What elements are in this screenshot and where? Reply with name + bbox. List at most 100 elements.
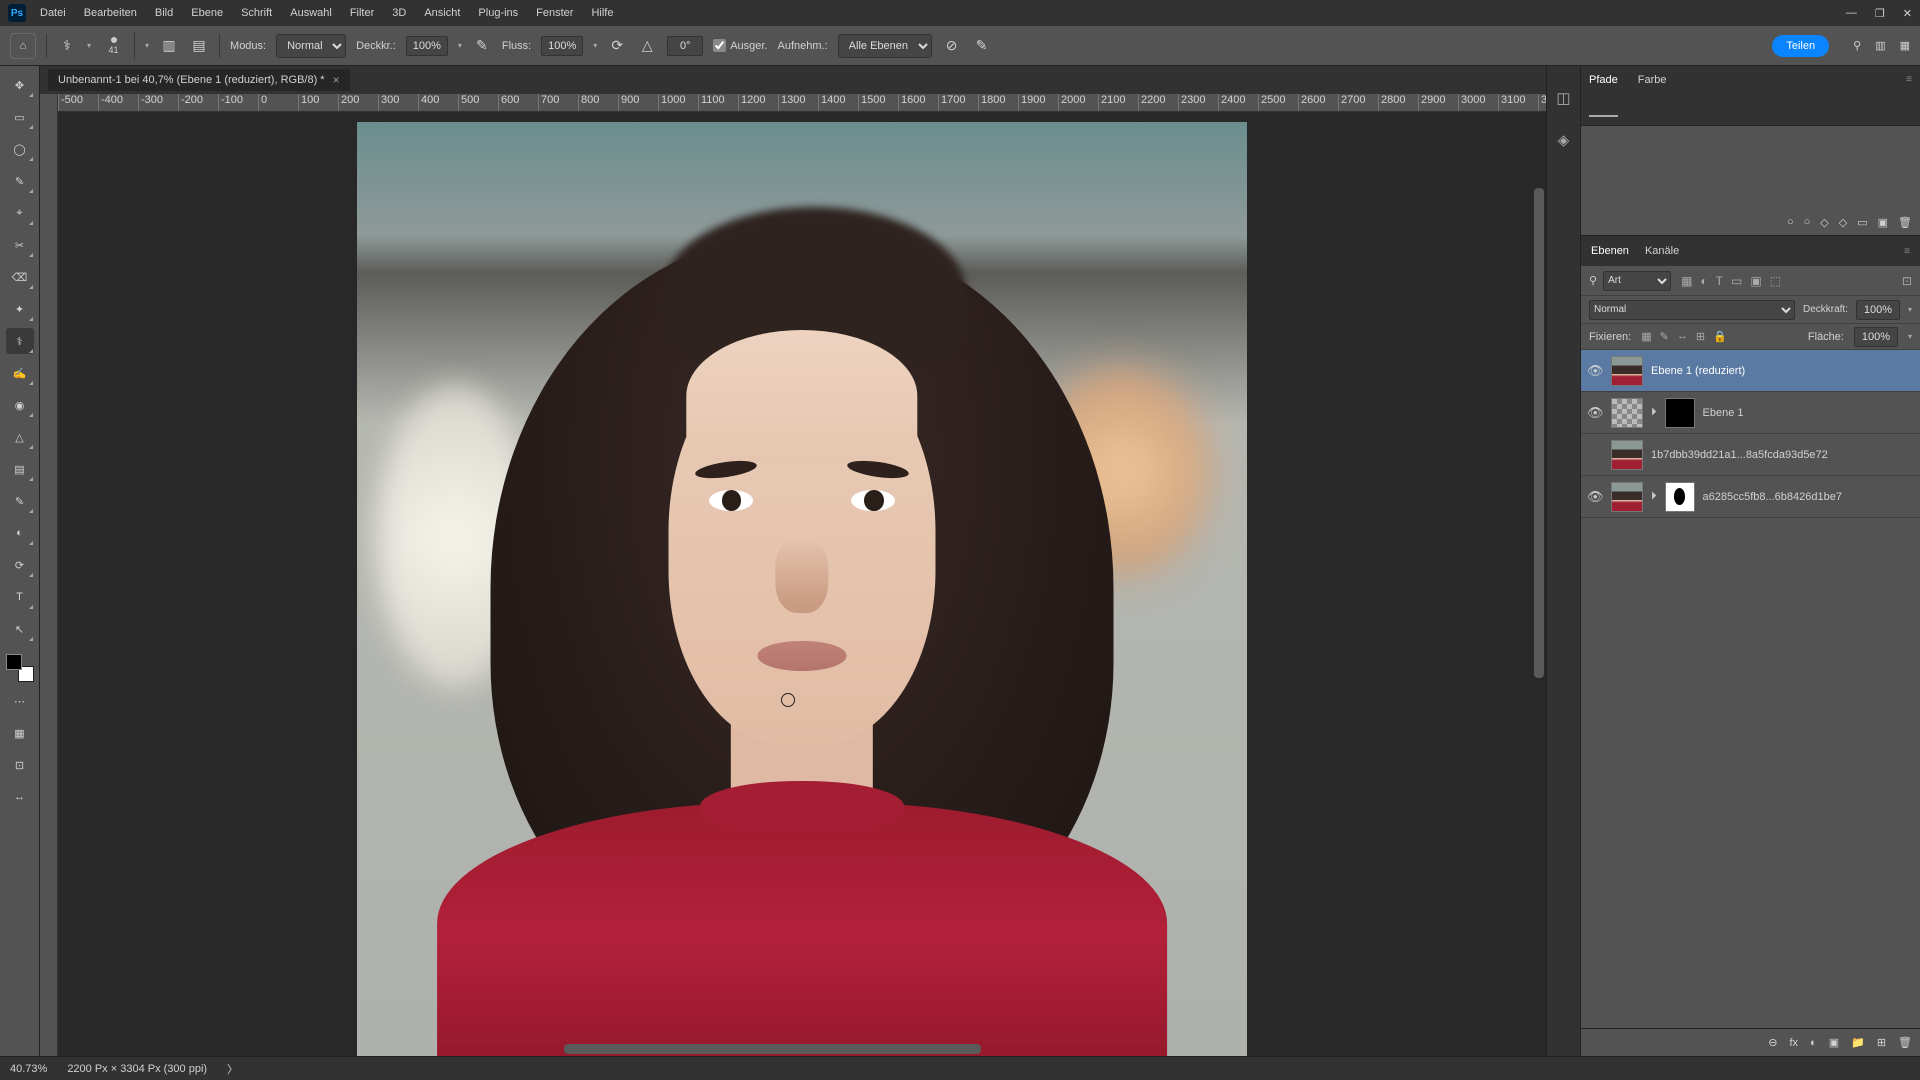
visibility-icon[interactable]: 👁 — [1587, 489, 1603, 505]
arrange-icon[interactable]: ▦ — [1900, 39, 1910, 52]
brush-panel-icon[interactable]: ▥ — [159, 36, 179, 56]
tool-10[interactable]: ◉ — [6, 392, 34, 418]
pressure-opacity-icon[interactable]: ✎ — [472, 36, 492, 56]
tab-layers[interactable]: Ebenen — [1591, 245, 1629, 257]
layer-row[interactable]: 👁 Ebene 1 (reduziert) — [1581, 350, 1920, 392]
tab-color[interactable]: Farbe — [1638, 74, 1667, 117]
aligned-checkbox[interactable]: Ausger. — [713, 39, 767, 52]
canvas[interactable] — [58, 112, 1546, 1056]
visibility-icon[interactable]: 👁 — [1587, 405, 1603, 421]
tool-8[interactable]: ⚕ — [6, 328, 34, 354]
maximize-button[interactable]: ❐ — [1875, 7, 1885, 20]
menu-ansicht[interactable]: Ansicht — [424, 7, 460, 19]
paths-action-0[interactable]: ○ — [1787, 216, 1794, 229]
paths-action-4[interactable]: ▭ — [1857, 216, 1867, 229]
filter-toggle-icon[interactable]: ⊡ — [1902, 274, 1912, 288]
filter-icon-3[interactable]: ▭ — [1731, 274, 1742, 288]
paths-action-6[interactable]: 🗑 — [1898, 216, 1912, 229]
menu-plug-ins[interactable]: Plug-ins — [478, 7, 518, 19]
mask-thumb[interactable] — [1665, 398, 1695, 428]
layer-thumb[interactable] — [1611, 398, 1643, 428]
tool-1[interactable]: ▭ — [6, 104, 34, 130]
link-icon[interactable]: ⏵ — [1651, 490, 1657, 503]
extra-tool-0[interactable]: ⋯ — [6, 688, 34, 714]
filter-icon-2[interactable]: T — [1716, 274, 1723, 288]
layer-action-0[interactable]: ⊖ — [1768, 1036, 1777, 1049]
tool-15[interactable]: ⟳ — [6, 552, 34, 578]
zoom-value[interactable]: 40.73% — [10, 1063, 47, 1075]
layer-filter-select[interactable]: Art — [1603, 271, 1671, 291]
lock-icon-2[interactable]: ↔ — [1677, 330, 1688, 343]
layer-blend-select[interactable]: Normal — [1589, 300, 1795, 320]
lock-icon-3[interactable]: ⊞ — [1696, 330, 1705, 343]
tool-9[interactable]: ✍ — [6, 360, 34, 386]
layer-name[interactable]: Ebene 1 (reduziert) — [1651, 365, 1745, 377]
color-swatch[interactable] — [6, 654, 34, 682]
tool-4[interactable]: ⌖ — [6, 200, 34, 226]
fill-input[interactable] — [1854, 327, 1898, 347]
extra-tool-1[interactable]: ▦ — [6, 720, 34, 746]
h-scrollbar[interactable] — [564, 1044, 981, 1054]
close-tab-icon[interactable]: × — [333, 73, 340, 87]
filter-icon-4[interactable]: ▣ — [1750, 274, 1761, 288]
layer-name[interactable]: a6285cc5fb8...6b8426d1be7 — [1703, 491, 1842, 503]
document-tab[interactable]: Unbenannt-1 bei 40,7% (Ebene 1 (reduzier… — [48, 69, 350, 91]
menu-3d[interactable]: 3D — [392, 7, 406, 19]
layer-row[interactable]: 👁 ⏵ a6285cc5fb8...6b8426d1be7 — [1581, 476, 1920, 518]
brush-preview[interactable]: 41 — [101, 32, 135, 60]
menu-hilfe[interactable]: Hilfe — [591, 7, 613, 19]
layer-action-3[interactable]: ▣ — [1829, 1036, 1839, 1049]
minimize-button[interactable]: — — [1846, 7, 1857, 20]
airbrush-icon[interactable]: ⟳ — [607, 36, 627, 56]
flow-input[interactable] — [541, 36, 583, 56]
layer-row[interactable]: 👁⏵Ebene 1 — [1581, 392, 1920, 434]
panel-menu-icon[interactable]: ≡ — [1906, 74, 1912, 117]
layer-action-2[interactable]: ◐ — [1810, 1037, 1817, 1049]
paths-action-1[interactable]: ○ — [1804, 216, 1811, 229]
filter-icon-1[interactable]: ◐ — [1700, 274, 1707, 288]
layer-thumb[interactable] — [1611, 356, 1643, 386]
tool-11[interactable]: △ — [6, 424, 34, 450]
search-icon[interactable]: ⚲ — [1853, 39, 1861, 52]
tool-13[interactable]: ✎ — [6, 488, 34, 514]
collapsed-panel-1[interactable]: ◈ — [1552, 128, 1576, 152]
lock-icon-1[interactable]: ✎ — [1660, 330, 1669, 343]
tool-0[interactable]: ✥ — [6, 72, 34, 98]
menu-bearbeiten[interactable]: Bearbeiten — [84, 7, 137, 19]
paths-action-3[interactable]: ◇ — [1839, 216, 1847, 229]
layer-action-6[interactable]: 🗑 — [1898, 1036, 1912, 1049]
opacity-input[interactable] — [406, 36, 448, 56]
tool-14[interactable]: ◐ — [6, 520, 34, 546]
workspace-icon[interactable]: ▥ — [1875, 39, 1885, 52]
tool-preset-icon[interactable]: ⚕ — [57, 36, 77, 56]
blend-mode-select[interactable]: Normal — [276, 34, 346, 58]
tool-6[interactable]: ⌫ — [6, 264, 34, 290]
brush-settings-icon[interactable]: ▤ — [189, 36, 209, 56]
layer-action-4[interactable]: 📁 — [1851, 1036, 1865, 1049]
tool-12[interactable]: ▤ — [6, 456, 34, 482]
sample-select[interactable]: Alle Ebenen — [838, 34, 932, 58]
tab-paths[interactable]: Pfade — [1589, 74, 1618, 117]
layer-thumb[interactable] — [1611, 482, 1643, 512]
tool-2[interactable]: ◯ — [6, 136, 34, 162]
lock-icon-4[interactable]: 🔒 — [1713, 330, 1727, 343]
angle-input[interactable] — [667, 36, 703, 56]
layer-row[interactable]: 1b7dbb39dd21a1...8a5fcda93d5e72 — [1581, 434, 1920, 476]
pressure-size-icon[interactable]: ✎ — [972, 36, 992, 56]
tab-channels[interactable]: Kanäle — [1645, 245, 1679, 257]
layer-action-1[interactable]: fx — [1789, 1037, 1798, 1049]
layer-name[interactable]: 1b7dbb39dd21a1...8a5fcda93d5e72 — [1651, 449, 1828, 461]
home-button[interactable]: ⌂ — [10, 33, 36, 59]
filter-icon-5[interactable]: ⬚ — [1770, 274, 1781, 288]
visibility-icon[interactable]: 👁 — [1587, 363, 1603, 379]
menu-ebene[interactable]: Ebene — [191, 7, 223, 19]
menu-datei[interactable]: Datei — [40, 7, 66, 19]
tool-16[interactable]: T — [6, 584, 34, 610]
link-icon[interactable]: ⏵ — [1651, 406, 1657, 419]
layer-opacity-input[interactable] — [1856, 300, 1900, 320]
menu-filter[interactable]: Filter — [350, 7, 374, 19]
share-button[interactable]: Teilen — [1772, 35, 1829, 57]
mask-thumb[interactable] — [1665, 482, 1695, 512]
layer-action-5[interactable]: ⊞ — [1877, 1036, 1886, 1049]
close-button[interactable]: ✕ — [1903, 7, 1912, 20]
